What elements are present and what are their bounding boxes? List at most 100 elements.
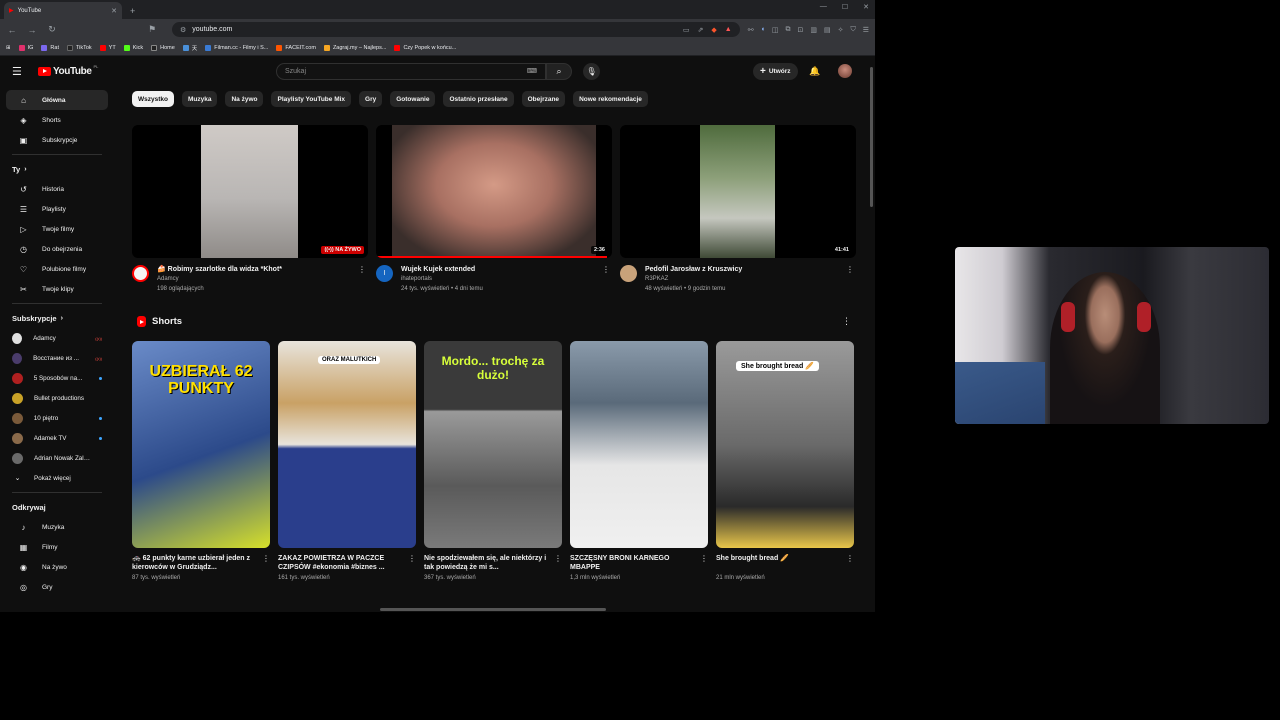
bookmark-item[interactable]: FACEIT.com — [276, 44, 316, 51]
voice-search-button[interactable]: 🎙 — [583, 62, 600, 80]
new-tab-icon[interactable]: + — [130, 6, 135, 19]
sidebar-sub-vosstanie[interactable]: Восстание из ... ((•)) — [0, 348, 114, 368]
bookmark-item[interactable]: Zagraj.my – Najleps... — [323, 44, 386, 51]
sidebar-sub-adrian-nowak[interactable]: Adrian Nowak Zalno — [0, 448, 114, 468]
more-options-icon[interactable]: ⋮ — [842, 316, 851, 327]
channel-avatar[interactable] — [620, 265, 637, 282]
sidebar-sub-5-sposobow[interactable]: 5 Sposobów na... — [0, 368, 114, 388]
bookmark-item[interactable]: Kick — [123, 44, 143, 51]
more-options-icon[interactable]: ⋮ — [846, 554, 854, 563]
brave-rewards-icon[interactable]: ▲ — [725, 26, 732, 34]
forward-icon[interactable]: → — [26, 25, 38, 35]
more-options-icon[interactable]: ⋮ — [700, 554, 708, 563]
more-options-icon[interactable]: ⋮ — [358, 265, 366, 274]
search-input[interactable]: Szukaj ⌨ — [276, 62, 546, 80]
video-title[interactable]: Wujek Kujek extended — [401, 265, 483, 274]
sidebar-item-home[interactable]: ⌂ Główna — [6, 90, 108, 110]
short-thumbnail[interactable]: UZBIERAŁ 62 PUNKTY — [132, 341, 270, 548]
sidebar-sub-10-pietro[interactable]: 10 piętro — [0, 408, 114, 428]
sidebar-item-liked[interactable]: ♡ Polubione filmy — [6, 259, 108, 279]
more-options-icon[interactable]: ⋮ — [846, 265, 854, 274]
more-options-icon[interactable]: ⋮ — [408, 554, 416, 563]
short-card[interactable]: ORAZ MALUTKICH ZAKAZ POWIETRZA W PACZCE … — [278, 341, 416, 581]
short-title[interactable]: Nie spodziewałem się, ale niektórzy i ta… — [424, 554, 550, 572]
scrollbar-thumb[interactable] — [870, 67, 873, 207]
sidebar-item-your-videos[interactable]: ▷ Twoje filmy — [6, 219, 108, 239]
short-card[interactable]: UZBIERAŁ 62 PUNKTY 🚓 62 punkty karne uzb… — [132, 341, 270, 581]
channel-name[interactable]: R3PKAZ — [645, 274, 742, 284]
create-button[interactable]: + Utwórz — [753, 62, 798, 80]
chip-music[interactable]: Muzyka — [181, 91, 218, 107]
video-card[interactable]: 2:36 I Wujek Kujek extended ihateportals… — [376, 125, 612, 294]
vpn-shield-icon[interactable]: ⛉ — [850, 26, 855, 34]
short-thumbnail[interactable]: She brought bread 🥖 — [716, 341, 854, 548]
sidebar-item-clips[interactable]: ✂ Twoje klipy — [6, 279, 108, 299]
short-card[interactable]: Mordo... trochę za dużo! Nie spodziewałe… — [424, 341, 562, 581]
channel-name[interactable]: Adamcy — [157, 274, 282, 284]
chip-live[interactable]: Na żywo — [225, 91, 264, 107]
subscriptions-section-header[interactable]: Subskrypcje › — [0, 308, 114, 328]
video-thumbnail[interactable]: 2:36 — [376, 125, 612, 258]
short-card[interactable]: She brought bread 🥖 She brought bread 🥖 … — [716, 341, 854, 581]
chip-cooking[interactable]: Gotowanie — [390, 91, 436, 107]
short-title[interactable]: SZCZĘSNY BRONI KARNEGO MBAPPE — [570, 554, 696, 572]
sidebar-sub-bullet[interactable]: Bullet productions — [0, 388, 114, 408]
bookmark-star-icon[interactable]: ⚑ — [146, 24, 158, 35]
you-section-header[interactable]: Ty › — [0, 159, 114, 179]
share-icon[interactable]: ⇗ — [698, 26, 704, 34]
vertical-scrollbar[interactable] — [868, 57, 875, 612]
chip-new[interactable]: Nowe rekomendacje — [573, 91, 648, 107]
bookmark-item[interactable]: IG — [18, 44, 33, 51]
vpn-icon[interactable]: ⚯ — [748, 26, 754, 34]
bookmark-item[interactable]: Filman.cc - Filmy i S... — [205, 44, 268, 51]
maximize-icon[interactable]: ☐ — [842, 3, 848, 11]
guide-menu-icon[interactable]: ☰ — [12, 65, 24, 78]
notifications-bell-icon[interactable]: 🔔 — [809, 66, 820, 77]
browser-menu-icon[interactable]: ☰ — [863, 26, 869, 34]
video-thumbnail[interactable]: ((•)) NA ŻYWO — [132, 125, 368, 258]
chip-games[interactable]: Gry — [359, 91, 383, 107]
leo-icon[interactable]: ✧ — [838, 26, 844, 34]
channel-avatar[interactable] — [132, 265, 149, 282]
sidebar-toggle-icon[interactable]: ▥ — [810, 26, 817, 34]
horizontal-scrollbar[interactable] — [380, 608, 606, 611]
audio-icon[interactable]: ◖ — [761, 26, 765, 34]
wallet-icon[interactable]: ▤ — [824, 26, 831, 34]
short-card[interactable]: SZCZĘSNY BRONI KARNEGO MBAPPE 1,3 mln wy… — [570, 341, 708, 581]
sidebar-item-watch-later[interactable]: ◷ Do obejrzenia — [6, 239, 108, 259]
youtube-logo[interactable]: YouTube PL — [38, 64, 98, 77]
bookmark-item[interactable]: TikTok — [66, 44, 92, 51]
extensions-puzzle-icon[interactable]: ⧉ — [785, 26, 790, 34]
back-icon[interactable]: ← — [6, 25, 18, 35]
video-title[interactable]: 🍰 Robimy szarlotke dla widza *Khot* — [157, 265, 282, 274]
channel-name[interactable]: ihateportals — [401, 274, 483, 284]
short-title[interactable]: 🚓 62 punkty karne uzbierał jeden z kiero… — [132, 554, 258, 572]
extension-icon-1[interactable]: ◫ — [772, 26, 779, 34]
bookmark-item[interactable]: 天 — [182, 44, 197, 52]
brave-shield-icon[interactable]: ◆ — [711, 26, 716, 34]
chip-mix[interactable]: Playlisty YouTube Mix — [271, 91, 352, 107]
account-avatar[interactable] — [838, 64, 852, 78]
sidebar-item-live[interactable]: ◉ Na żywo — [6, 557, 108, 577]
more-options-icon[interactable]: ⋮ — [262, 554, 270, 563]
url-field[interactable]: ⚙ youtube.com ▭ ⇗ ◆ ▲ — [172, 22, 740, 37]
video-card[interactable]: ((•)) NA ŻYWO 🍰 Robimy szarlotke dla wid… — [132, 125, 368, 294]
close-tab-icon[interactable]: ✕ — [111, 7, 117, 15]
video-title[interactable]: Pedofil Jarosław z Kruszwicy — [645, 265, 742, 274]
minimize-icon[interactable]: — — [820, 3, 827, 11]
sidebar-item-music[interactable]: ♪ Muzyka — [6, 517, 108, 537]
site-info-icon[interactable]: ⚙ — [180, 26, 186, 34]
search-button[interactable]: ⌕ — [546, 62, 572, 80]
cast-icon[interactable]: ▭ — [683, 26, 690, 34]
chip-all[interactable]: Wszystko — [132, 91, 174, 107]
sidebar-sub-adamek-tv[interactable]: Adamek TV — [0, 428, 114, 448]
channel-avatar[interactable]: I — [376, 265, 393, 282]
close-window-icon[interactable]: ✕ — [863, 3, 869, 11]
short-thumbnail[interactable]: Mordo... trochę za dużo! — [424, 341, 562, 548]
downloads-icon[interactable]: ⊡ — [797, 26, 803, 34]
sidebar-item-movies[interactable]: ▦ Filmy — [6, 537, 108, 557]
bookmark-item[interactable]: Czy Popek w końcu... — [394, 44, 456, 51]
sidebar-item-gaming[interactable]: ◎ Gry — [6, 577, 108, 597]
sidebar-item-history[interactable]: ↺ Historia — [6, 179, 108, 199]
short-thumbnail[interactable] — [570, 341, 708, 548]
